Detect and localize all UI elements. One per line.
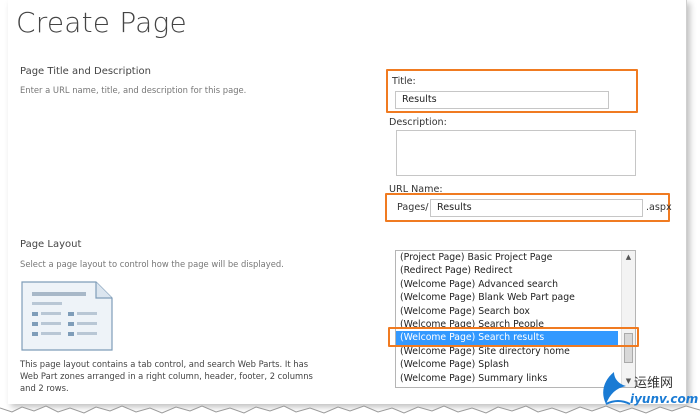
title-section-description: Enter a URL name, title, and description… bbox=[20, 85, 247, 95]
url-suffix: .aspx bbox=[646, 202, 672, 213]
layout-option[interactable]: (Welcome Page) Advanced search bbox=[396, 278, 618, 291]
description-label: Description: bbox=[389, 117, 447, 128]
layout-option[interactable]: (Welcome Page) Summary links bbox=[396, 372, 618, 385]
listbox-scrollbar[interactable]: ▲ ▼ bbox=[621, 251, 635, 387]
layout-section-heading: Page Layout bbox=[20, 239, 82, 250]
description-textarea[interactable] bbox=[396, 130, 636, 176]
layout-option[interactable]: (Welcome Page) Splash bbox=[396, 358, 618, 371]
title-section-heading: Page Title and Description bbox=[20, 66, 151, 77]
page-layout-listbox[interactable]: (Project Page) Basic Project Page (Redire… bbox=[395, 250, 636, 388]
watermark: 运维网 iyunv.com bbox=[596, 370, 699, 410]
watermark-text: 运维网 bbox=[634, 376, 674, 391]
url-prefix: Pages/ bbox=[397, 202, 429, 213]
torn-edge-decoration bbox=[0, 405, 700, 418]
page-layout-options: (Project Page) Basic Project Page (Redire… bbox=[396, 251, 635, 385]
layout-option[interactable]: (Redirect Page) Redirect bbox=[396, 264, 618, 277]
title-label: Title: bbox=[392, 76, 416, 87]
layout-option[interactable]: (Project Page) Basic Project Page bbox=[396, 251, 618, 264]
layout-option[interactable]: (Welcome Page) Blank Web Part page bbox=[396, 291, 618, 304]
layout-section-description: Select a page layout to control how the … bbox=[20, 259, 284, 269]
scroll-up-icon[interactable]: ▲ bbox=[622, 251, 635, 263]
watermark-url: iyunv.com bbox=[630, 392, 699, 406]
selected-layout-highlight-box bbox=[388, 327, 639, 347]
layout-option[interactable]: (Welcome Page) Search box bbox=[396, 305, 618, 318]
watermark-logo-icon bbox=[603, 372, 631, 405]
layout-description-text: This page layout contains a tab control,… bbox=[20, 359, 313, 393]
page-layout-preview-icon bbox=[21, 281, 113, 351]
title-input[interactable]: Results bbox=[395, 91, 609, 109]
page-title: Create Page bbox=[16, 6, 187, 39]
url-name-input[interactable]: Results bbox=[430, 199, 643, 217]
